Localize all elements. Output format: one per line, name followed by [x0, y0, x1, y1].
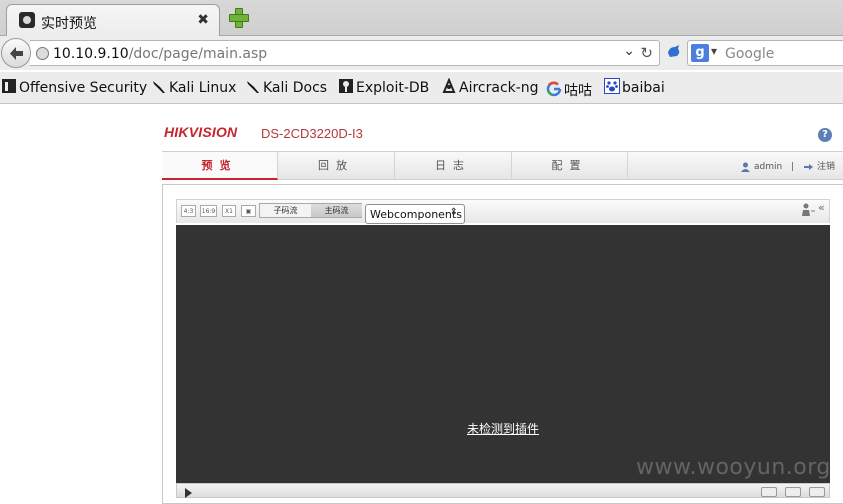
url-text[interactable]: 10.10.9.10/doc/page/main.asp	[53, 46, 267, 62]
bookmark-kali-docs[interactable]: Kali Docs	[245, 80, 327, 98]
bookmark-exploit-db[interactable]: Exploit-DB	[338, 79, 430, 98]
browser-tab-bar: 实时预览 ✖	[0, 0, 843, 37]
watermark: www.wooyun.org	[636, 455, 831, 480]
stream-toggle: 子码流 主码流	[259, 203, 362, 218]
addon-icon[interactable]	[666, 44, 682, 60]
reload-icon[interactable]: ↻	[640, 44, 653, 62]
device-model: DS-2CD3220D-I3	[261, 126, 363, 141]
bookmark-offensive-security[interactable]: Offensive Security	[1, 79, 148, 98]
ratio-4-3-button[interactable]: 4:3	[181, 205, 196, 217]
globe-icon	[36, 47, 49, 60]
bookmark-label: baibai	[622, 80, 665, 96]
toolbar-right-controls: «	[796, 201, 830, 219]
username: admin	[753, 162, 783, 172]
offsec-icon	[2, 79, 16, 93]
url-path: /doc/page/main.asp	[128, 46, 268, 62]
record-icon[interactable]	[785, 487, 801, 497]
video-display[interactable]: 未检测到插件	[176, 225, 830, 483]
bookmark-gugu[interactable]: 咕咕	[546, 80, 592, 99]
chevron-down-icon[interactable]: ⌄	[623, 43, 635, 59]
search-bar[interactable]: g ▾ Google	[687, 40, 843, 66]
bookmarks-toolbar: Offensive Security Kali Linux Kali Docs …	[0, 72, 843, 104]
plugin-select-value: Webcomponents	[370, 208, 462, 221]
select-arrows-icon: ⇕	[449, 207, 458, 218]
main-stream-button[interactable]: 主码流	[311, 204, 362, 217]
bookmark-label: Aircrack-ng	[459, 80, 539, 96]
bookmark-kali-linux[interactable]: Kali Linux	[151, 80, 236, 98]
help-icon[interactable]: ?	[818, 128, 832, 142]
url-host: 10.10.9.10	[53, 46, 129, 62]
capture-icon[interactable]	[761, 487, 777, 497]
chevron-down-icon[interactable]: ▾	[711, 44, 717, 58]
collapse-icon[interactable]: «	[818, 201, 825, 214]
bookmark-label: Exploit-DB	[356, 80, 430, 96]
user-icon	[740, 162, 750, 172]
baidu-paw-icon	[604, 78, 620, 94]
plugin-select[interactable]: Webcomponents ⇕	[365, 204, 465, 224]
browser-nav-bar: 10.10.9.10/doc/page/main.asp ⌄ ↻ g ▾ Goo…	[0, 36, 843, 70]
bookmark-label: Kali Linux	[169, 80, 237, 96]
tab-configuration[interactable]: 配置	[512, 152, 628, 180]
tab-preview[interactable]: 预览	[162, 152, 278, 180]
bookmark-label: Offensive Security	[19, 80, 148, 96]
hikvision-favicon-icon	[19, 12, 35, 28]
no-plugin-link[interactable]: 未检测到插件	[176, 420, 830, 437]
browser-tab[interactable]: 实时预览 ✖	[6, 4, 220, 37]
sub-stream-button[interactable]: 子码流	[260, 204, 311, 217]
bookmark-label: 咕咕	[564, 83, 592, 99]
google-icon	[546, 81, 562, 97]
separator: |	[791, 162, 795, 172]
kali-dragon-icon	[153, 81, 165, 93]
close-tab-icon[interactable]: ✖	[197, 12, 209, 28]
tab-playback[interactable]: 回放	[278, 152, 395, 180]
url-bar[interactable]: 10.10.9.10/doc/page/main.asp ⌄ ↻	[30, 40, 660, 66]
back-arrow-icon	[10, 47, 23, 60]
playback-control-bar	[176, 483, 830, 498]
main-menu: 预览 回放 日志 配置 admin | 注销	[162, 151, 843, 180]
fullscreen-icon[interactable]: ▣	[241, 205, 256, 217]
ptz-person-icon[interactable]	[800, 203, 816, 217]
kali-dragon-icon	[247, 81, 259, 93]
user-area: admin | 注销	[740, 159, 835, 172]
back-button[interactable]	[1, 38, 31, 68]
logout-link[interactable]: 注销	[817, 162, 835, 172]
play-icon[interactable]	[185, 488, 192, 498]
google-search-engine-icon[interactable]: g	[691, 44, 709, 62]
exploitdb-icon	[339, 79, 353, 93]
ratio-original-button[interactable]: X1	[222, 205, 236, 217]
tab-log[interactable]: 日志	[395, 152, 512, 180]
bookmark-baibai[interactable]: baibai	[604, 78, 665, 98]
preview-toolbar: 4:3 16:9 X1 ▣ 子码流 主码流	[176, 199, 830, 223]
ratio-16-9-button[interactable]: 16:9	[200, 205, 217, 217]
new-tab-plus-icon[interactable]	[228, 7, 249, 28]
search-placeholder[interactable]: Google	[725, 46, 774, 62]
hikvision-logo: HIKVISION	[164, 124, 238, 140]
aircrack-icon	[442, 78, 456, 93]
bookmark-aircrack-ng[interactable]: Aircrack-ng	[441, 78, 539, 98]
bookmark-label: Kali Docs	[263, 80, 328, 96]
logout-icon[interactable]	[803, 162, 814, 172]
zoom-icon[interactable]	[809, 487, 825, 497]
tab-title: 实时预览	[41, 16, 97, 32]
